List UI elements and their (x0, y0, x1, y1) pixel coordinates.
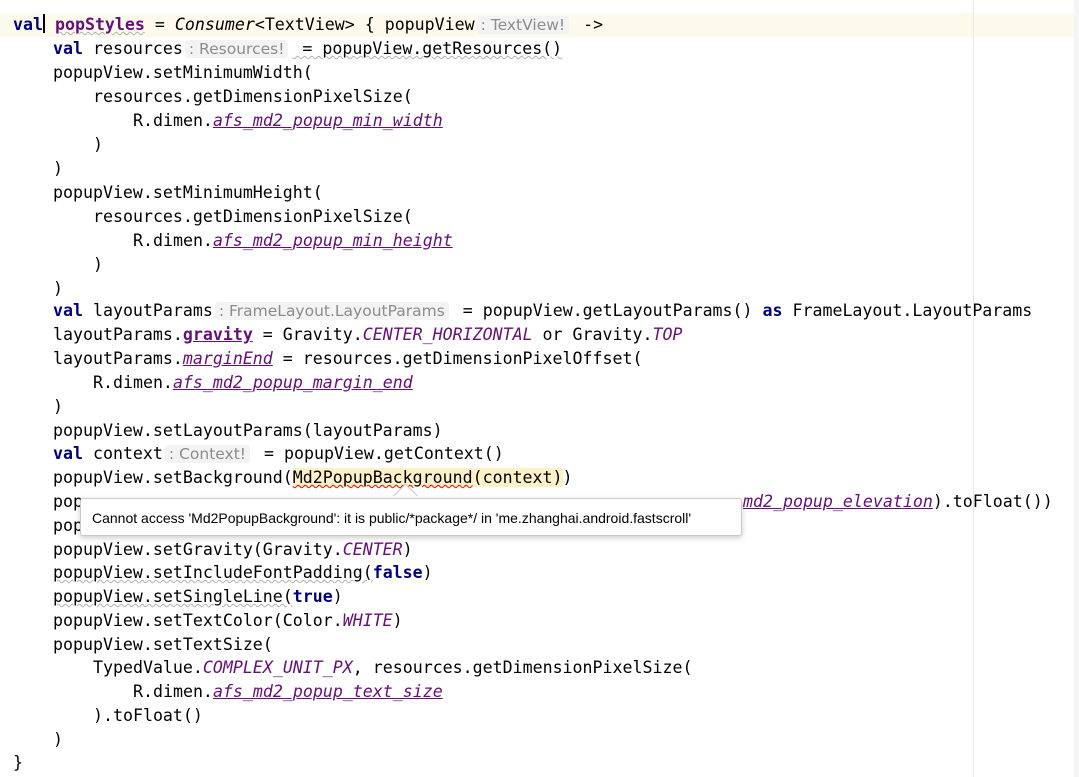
code-text: R.dimen. (133, 111, 213, 130)
type-hint: : Resources! (184, 40, 289, 58)
resource-ref[interactable]: afs_md2_popup_min_width (213, 111, 443, 130)
code-text: popupView.setTextColor(Color. (53, 611, 343, 630)
code-text: layoutParams (82, 301, 213, 320)
code-text: , resources.getDimensionPixelSize( (352, 658, 693, 677)
code-line[interactable]: ) (53, 728, 63, 752)
code-line[interactable]: popupView.setIncludeFontPadding(false) (53, 561, 433, 585)
property-ref: marginEnd (182, 349, 273, 368)
code-line[interactable]: val context: Context! = popupView.getCon… (53, 442, 504, 466)
code-text: = popupView.getLayoutParams() (452, 301, 763, 320)
code-line[interactable]: popupView.setSingleLine(true) (53, 585, 343, 609)
code-line[interactable]: R.dimen.afs_md2_popup_text_size (133, 680, 443, 704)
code-text: R.dimen. (133, 682, 213, 701)
code-text: = popupView.getResources() (292, 39, 563, 58)
code-text: ) (332, 587, 343, 606)
code-text: popupView.setSingleLine( (53, 587, 293, 606)
constant: CENTER (342, 540, 403, 559)
code-text: popupView.setIncludeFontPadding( (53, 563, 373, 582)
code-text: ).toFloat()) (932, 492, 1053, 511)
type-hint: : TextView! (476, 16, 570, 34)
code-line[interactable]: ) (53, 277, 63, 301)
code-line[interactable]: ) (53, 157, 63, 181)
type-hint: : FrameLayout.LayoutParams (214, 302, 449, 320)
error-symbol[interactable]: Md2PopupBackground (293, 468, 473, 487)
code-line[interactable]: pop (53, 514, 83, 538)
code-text: layoutParams. (53, 349, 183, 368)
keyword: val (53, 39, 83, 58)
code-line[interactable]: popupView.setMinimumWidth( (53, 61, 313, 85)
code-text: -> (573, 15, 604, 34)
constant: TOP (652, 325, 683, 344)
resource-ref[interactable]: afs_md2_popup_text_size (213, 682, 443, 701)
code-line[interactable]: popupView.setGravity(Gravity.CENTER) (53, 538, 413, 562)
code-line[interactable]: popupView.setTextSize( (53, 633, 273, 657)
code-text: ) (422, 563, 433, 582)
keyword: val (53, 444, 83, 463)
code-line-tail[interactable]: md2_popup_elevation).toFloat()) (743, 490, 1053, 514)
keyword: val (53, 301, 83, 320)
code-text: = Gravity. (252, 325, 363, 344)
code-line[interactable]: } (13, 751, 23, 775)
code-line[interactable]: R.dimen.afs_md2_popup_min_height (133, 229, 453, 253)
code-text: resources (82, 39, 183, 58)
code-text: <TextView> { popupView (254, 15, 475, 34)
code-text: popupView.setBackground( (53, 468, 293, 487)
code-line[interactable]: ) (93, 133, 103, 157)
type-hint: : Context! (164, 445, 251, 463)
code-editor[interactable]: val popStyles = Consumer<TextView> { pop… (0, 0, 1079, 777)
code-text: = popupView.getContext() (254, 444, 504, 463)
code-line[interactable]: pop (53, 490, 83, 514)
code-text: context (82, 444, 163, 463)
resource-ref[interactable]: afs_md2_popup_margin_end (173, 373, 413, 392)
resource-ref[interactable]: afs_md2_popup_min_height (213, 231, 453, 250)
keyword: val (13, 15, 43, 34)
constant: WHITE (342, 611, 393, 630)
code-line[interactable]: R.dimen.afs_md2_popup_margin_end (93, 371, 413, 395)
code-line[interactable]: ) (53, 395, 63, 419)
code-line[interactable]: popupView.setTextColor(Color.WHITE) (53, 609, 403, 633)
code-line[interactable]: R.dimen.afs_md2_popup_min_width (133, 109, 443, 133)
constant: COMPLEX_UNIT_PX (202, 658, 353, 677)
text-caret (42, 14, 45, 33)
code-line[interactable]: resources.getDimensionPixelSize( (93, 205, 413, 229)
code-line[interactable]: val layoutParams: FrameLayout.LayoutPara… (53, 299, 1032, 323)
code-text: ) (562, 468, 573, 487)
code-line[interactable]: resources.getDimensionPixelSize( (93, 85, 413, 109)
keyword: true (292, 587, 333, 606)
code-text: TypedValue. (93, 658, 203, 677)
code-text: layoutParams. (53, 325, 183, 344)
code-line[interactable]: popupView.setMinimumHeight( (53, 181, 323, 205)
code-text: FrameLayout.LayoutParams (782, 301, 1033, 320)
code-text: (context) (472, 468, 563, 487)
variable-name: popStyles (54, 15, 145, 34)
tooltip-message: Cannot access 'Md2PopupBackground': it i… (92, 510, 692, 526)
code-line[interactable]: ) (93, 253, 103, 277)
right-margin-guide (973, 0, 974, 777)
code-line[interactable]: ).toFloat() (93, 704, 203, 728)
code-line[interactable]: layoutParams.gravity = Gravity.CENTER_HO… (53, 323, 682, 347)
code-line[interactable]: layoutParams.marginEnd = resources.getDi… (53, 347, 642, 371)
code-text: R.dimen. (93, 373, 173, 392)
code-text: ) (402, 540, 413, 559)
code-text: or Gravity. (532, 325, 653, 344)
resource-ref[interactable]: md2_popup_elevation (743, 492, 933, 511)
code-text: popupView.setGravity(Gravity. (53, 540, 343, 559)
code-line[interactable]: val popStyles = Consumer<TextView> { pop… (13, 13, 603, 37)
type-name: Consumer (174, 15, 255, 34)
constant: CENTER_HORIZONTAL (362, 325, 533, 344)
editor-scrollbar[interactable] (1074, 0, 1079, 777)
code-text: R.dimen. (133, 231, 213, 250)
code-line[interactable]: popupView.setBackground(Md2PopupBackgrou… (53, 466, 573, 490)
error-tooltip: Cannot access 'Md2PopupBackground': it i… (80, 498, 742, 536)
property-ref: gravity (182, 325, 253, 344)
keyword: as (762, 301, 783, 320)
code-text: = resources.getDimensionPixelOffset( (272, 349, 643, 368)
code-text: ) (392, 611, 403, 630)
code-line[interactable]: val resources: Resources! = popupView.ge… (53, 37, 562, 61)
code-line[interactable]: TypedValue.COMPLEX_UNIT_PX, resources.ge… (93, 656, 692, 680)
code-text: pop (53, 492, 83, 511)
keyword: false (372, 563, 423, 582)
code-line[interactable]: popupView.setLayoutParams(layoutParams) (53, 419, 443, 443)
